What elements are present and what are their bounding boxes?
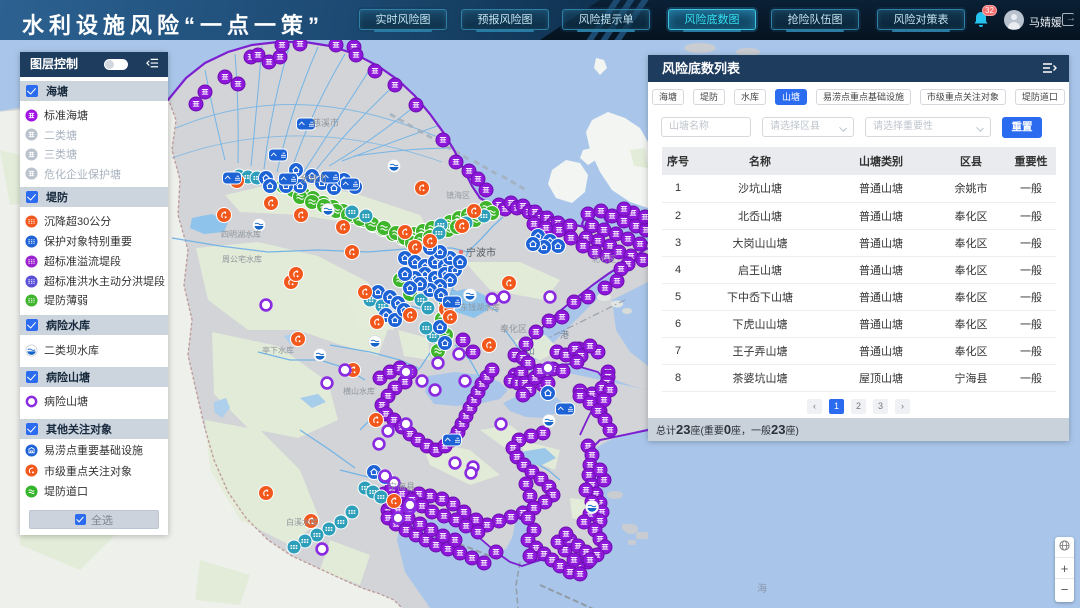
svg-text:亭下水库: 亭下水库 bbox=[262, 345, 294, 355]
svg-text:横山水库: 横山水库 bbox=[343, 386, 375, 396]
svg-text:四明湖水库: 四明湖水库 bbox=[221, 229, 261, 239]
svg-text:海: 海 bbox=[757, 582, 767, 595]
svg-text:镇海区: 镇海区 bbox=[446, 190, 470, 200]
svg-text:余姚市: 余姚市 bbox=[300, 173, 327, 184]
svg-text:慈溪市: 慈溪市 bbox=[312, 117, 339, 128]
svg-text:宁海县: 宁海县 bbox=[388, 481, 415, 492]
svg-text:港: 港 bbox=[560, 329, 569, 340]
svg-text:奉化区: 奉化区 bbox=[500, 323, 527, 334]
svg-text:北仑区: 北仑区 bbox=[592, 254, 616, 264]
svg-text:周公宅水库: 周公宅水库 bbox=[222, 254, 262, 264]
svg-text:山: 山 bbox=[526, 346, 535, 356]
svg-text:白溪水库: 白溪水库 bbox=[286, 517, 318, 527]
svg-text:宁波市: 宁波市 bbox=[466, 246, 496, 259]
svg-text:东钱湖水库: 东钱湖水库 bbox=[460, 302, 500, 312]
